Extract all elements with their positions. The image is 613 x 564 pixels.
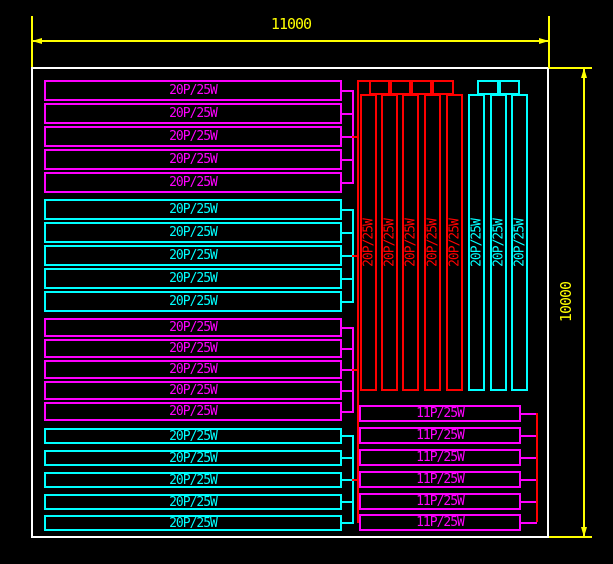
dimension-top-arrow-left-icon — [32, 38, 42, 44]
tray-bar: 20P/25W — [44, 450, 342, 466]
riser-header-box — [477, 80, 499, 95]
riser-bar-label: 20P/25W — [362, 219, 375, 267]
riser-header-box — [369, 80, 390, 95]
bar-stub-line — [521, 457, 537, 459]
tray-bar: 20P/25W — [44, 199, 342, 220]
tray-bar: 11P/25W — [359, 493, 521, 510]
tray-bar-label: 20P/25W — [169, 130, 217, 143]
tray-bar-label: 20P/25W — [169, 474, 217, 487]
tray-bar-label: 20P/25W — [169, 342, 217, 355]
riser-header-box — [411, 80, 432, 95]
tray-bar-label: 20P/25W — [169, 363, 217, 376]
bar-stub-line — [521, 522, 537, 524]
riser-bar: 20P/25W — [468, 94, 485, 391]
bar-stub-line — [521, 501, 537, 503]
tray-bar-label: 20P/25W — [169, 295, 217, 308]
tray-bar-label: 20P/25W — [169, 384, 217, 397]
tray-bar: 11P/25W — [359, 405, 521, 422]
dimension-right-label: 10000 — [559, 262, 577, 342]
riser-bar: 20P/25W — [490, 94, 507, 391]
tray-bar-label: 20P/25W — [169, 84, 217, 97]
dimension-top-arrow-right-icon — [539, 38, 549, 44]
tray-bar: 20P/25W — [44, 80, 342, 101]
tray-bar: 20P/25W — [44, 318, 342, 337]
dimension-top-label: 11000 — [261, 17, 321, 32]
tray-bar: 20P/25W — [44, 339, 342, 358]
tray-bar: 20P/25W — [44, 291, 342, 312]
riser-bar-label: 20P/25W — [426, 219, 439, 267]
riser-bar: 20P/25W — [511, 94, 528, 391]
tray-bar: 20P/25W — [44, 381, 342, 400]
tray-bar: 20P/25W — [44, 126, 342, 147]
tray-bar: 20P/25W — [44, 245, 342, 266]
riser-header-box — [432, 80, 454, 95]
tray-bar: 11P/25W — [359, 471, 521, 488]
tray-bar-label: 20P/25W — [169, 405, 217, 418]
tray-bar-label: 11P/25W — [416, 429, 464, 442]
tray-bar-label: 11P/25W — [416, 451, 464, 464]
riser-bar-label: 20P/25W — [470, 219, 483, 267]
tray-bar-label: 20P/25W — [169, 321, 217, 334]
riser-bar: 20P/25W — [424, 94, 441, 391]
riser-header-box — [390, 80, 411, 95]
riser-bar-label: 20P/25W — [492, 219, 505, 267]
tray-bar: 20P/25W — [44, 149, 342, 170]
tray-bar: 11P/25W — [359, 427, 521, 444]
group-rail-line — [536, 413, 538, 522]
riser-bar-label: 20P/25W — [383, 219, 396, 267]
tray-bar-label: 11P/25W — [416, 495, 464, 508]
tray-bar-label: 20P/25W — [169, 496, 217, 509]
riser-bar: 20P/25W — [381, 94, 398, 391]
tray-bar: 11P/25W — [359, 514, 521, 531]
tray-bar: 20P/25W — [44, 428, 342, 444]
riser-bar-label: 20P/25W — [513, 219, 526, 267]
riser-bar-label: 20P/25W — [448, 219, 461, 267]
dimension-right-arrow-top-icon — [581, 68, 587, 78]
dimension-top-line — [32, 40, 549, 42]
tray-bar-label: 20P/25W — [169, 176, 217, 189]
tray-bar-label: 20P/25W — [169, 249, 217, 262]
tray-bar-label: 11P/25W — [416, 473, 464, 486]
tray-bar-label: 20P/25W — [169, 452, 217, 465]
bar-stub-line — [521, 479, 537, 481]
tray-bar-label: 20P/25W — [169, 272, 217, 285]
tray-bar: 20P/25W — [44, 360, 342, 379]
riser-header-box — [499, 80, 520, 95]
bar-stub-line — [521, 435, 537, 437]
tray-bar-label: 20P/25W — [169, 226, 217, 239]
tray-bar: 20P/25W — [44, 472, 342, 488]
tray-bar: 20P/25W — [44, 402, 342, 421]
riser-bar: 20P/25W — [402, 94, 419, 391]
riser-bar: 20P/25W — [360, 94, 377, 391]
riser-bar-label: 20P/25W — [404, 219, 417, 267]
riser-bar: 20P/25W — [446, 94, 463, 391]
dimension-right-line — [583, 68, 585, 537]
tray-bar: 20P/25W — [44, 494, 342, 510]
tray-bar-label: 20P/25W — [169, 517, 217, 530]
tray-bar: 20P/25W — [44, 222, 342, 243]
tray-bar: 11P/25W — [359, 449, 521, 466]
tray-bar-label: 20P/25W — [169, 430, 217, 443]
tray-bar: 20P/25W — [44, 515, 342, 531]
tray-bar-label: 20P/25W — [169, 107, 217, 120]
cad-drawing-canvas: 11000 10000 20P/25W 20P/25W 20P/25W 20P/25W… — [0, 0, 613, 564]
tray-bar: 20P/25W — [44, 172, 342, 193]
bar-stub-line — [521, 413, 537, 415]
tray-bar-label: 11P/25W — [416, 407, 464, 420]
tray-bar: 20P/25W — [44, 103, 342, 124]
tray-bar-label: 11P/25W — [416, 516, 464, 529]
tray-bar-label: 20P/25W — [169, 203, 217, 216]
dimension-right-arrow-bottom-icon — [581, 527, 587, 537]
tray-bar-label: 20P/25W — [169, 153, 217, 166]
tray-bar: 20P/25W — [44, 268, 342, 289]
